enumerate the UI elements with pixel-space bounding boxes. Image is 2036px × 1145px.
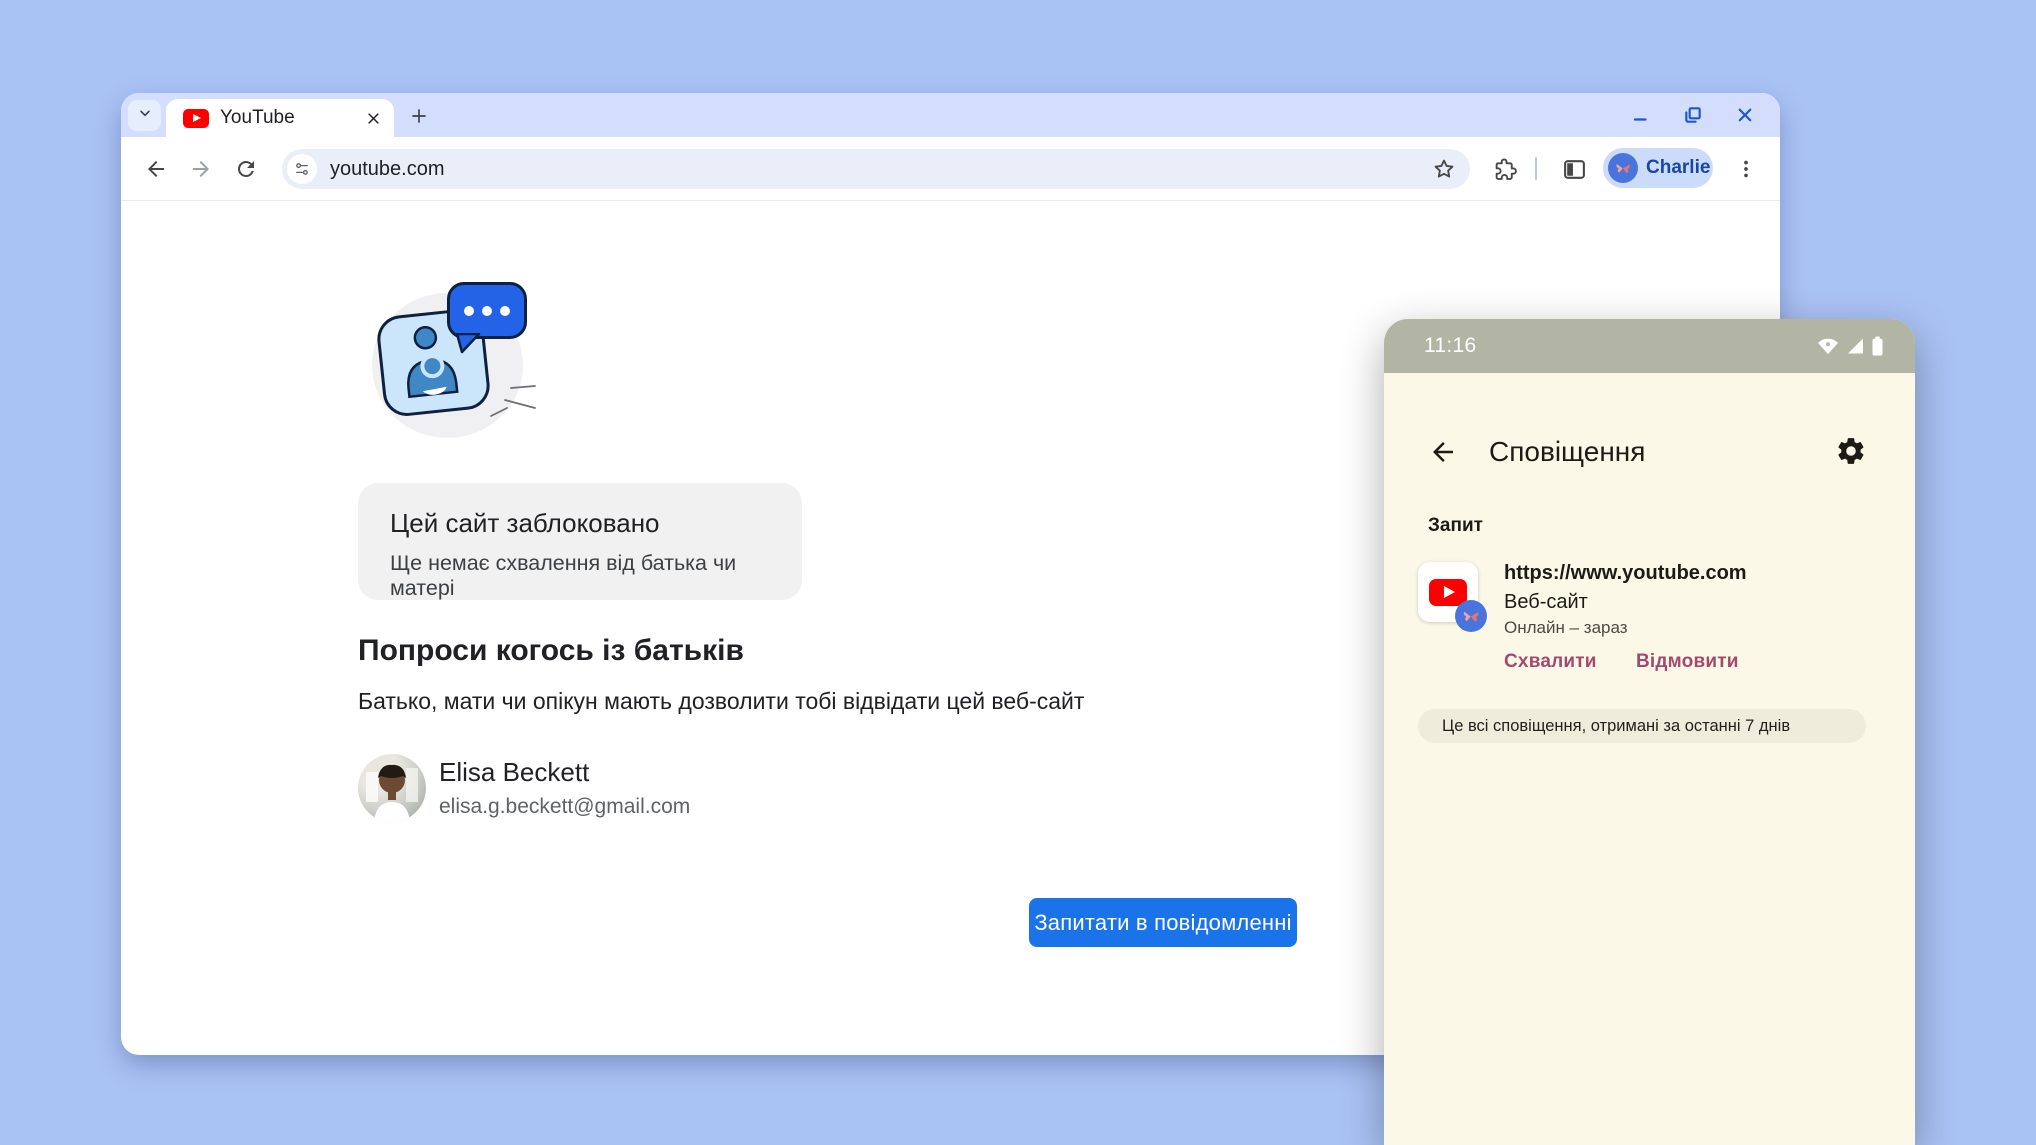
chat-bubble-illustration [447,282,527,339]
forward-button[interactable] [188,156,214,182]
bubble-dot [464,306,474,316]
request-url: https://www.youtube.com [1504,562,1747,585]
notification-settings-button[interactable] [1835,435,1867,467]
phone-notifications-panel: 11:16 Сповіщення [1384,319,1915,1145]
emphasis-lines [483,376,539,422]
window-restore-button[interactable] [1680,102,1706,128]
extensions-button[interactable] [1492,156,1518,182]
profile-avatar [1608,153,1638,183]
request-section-label: Запит [1428,515,1483,537]
url-text: youtube.com [330,158,445,181]
blocked-title: Цей сайт заблоковано [390,508,770,539]
back-button[interactable] [143,156,169,182]
butterfly-icon [1613,158,1633,178]
side-panel-button[interactable] [1561,156,1587,182]
browser-toolbar: youtube.com [121,137,1780,201]
tab-strip: YouTube [121,93,1780,137]
deny-button[interactable]: Відмовити [1636,651,1739,673]
cellular-signal-icon [1846,337,1865,355]
phone-back-button[interactable] [1428,437,1458,467]
status-time: 11:16 [1424,334,1477,358]
plus-icon [410,107,428,125]
page-title: Попроси когось із батьків [358,634,744,668]
new-tab-button[interactable] [405,102,433,130]
window-minimize-button[interactable] [1628,102,1654,128]
parent-meta: Elisa Beckett elisa.g.beckett@gmail.com [439,757,690,819]
toolbar-divider [1535,157,1537,180]
browser-menu-button[interactable] [1733,156,1759,182]
profile-chip[interactable]: Charlie [1603,148,1713,188]
profile-name: Charlie [1646,157,1710,179]
gear-icon [1835,435,1867,467]
tab-title: YouTube [220,107,362,129]
desktop-background: YouTube [0,0,2036,1145]
bookmark-star-button[interactable] [1431,156,1457,182]
close-icon [366,111,381,126]
window-close-button[interactable] [1732,102,1758,128]
butterfly-icon [1460,605,1482,627]
extensions-puzzle-icon [1493,157,1518,182]
approve-button[interactable]: Схвалити [1504,651,1597,673]
forward-arrow-icon [189,157,213,181]
phone-status-bar: 11:16 [1384,319,1915,373]
wifi-icon [1817,337,1839,355]
parent-photo-icon [358,754,426,822]
footer-text: Це всі сповіщення, отримані за останні 7… [1442,717,1790,736]
request-kind: Веб-сайт [1504,591,1588,614]
youtube-favicon-icon [183,109,209,128]
status-icons [1817,336,1883,356]
kebab-menu-icon [1735,158,1757,180]
page-description: Батько, мати чи опікун мають дозволити т… [358,688,1084,715]
side-panel-icon [1562,157,1587,182]
parent-name: Elisa Beckett [439,757,690,788]
bubble-dot [500,306,510,316]
close-icon [1736,106,1754,124]
blocked-message-box: Цей сайт заблоковано Ще немає схвалення … [358,483,802,600]
minimize-icon [1632,106,1650,124]
battery-icon [1872,336,1883,356]
bubble-dot [482,306,492,316]
star-icon [1431,156,1457,182]
notifications-title: Сповіщення [1489,436,1645,468]
site-controls-icon [293,160,311,178]
notifications-footer-pill: Це всі сповіщення, отримані за останні 7… [1418,709,1866,743]
back-arrow-icon [1428,437,1458,467]
address-bar[interactable]: youtube.com [282,149,1470,189]
youtube-logo-icon [1429,579,1467,606]
child-profile-badge [1455,600,1487,632]
ask-in-message-button[interactable]: Запитати в повідомленні [1029,898,1297,947]
tab-youtube[interactable]: YouTube [166,99,394,137]
parent-contact-row: Elisa Beckett elisa.g.beckett@gmail.com [358,753,690,823]
reload-button[interactable] [233,156,259,182]
blocked-subtitle: Ще немає схвалення від батька чи матері [390,551,770,601]
parent-avatar [358,754,426,822]
back-arrow-icon [144,157,168,181]
tab-close-button[interactable] [362,107,384,129]
reload-icon [234,157,258,181]
chevron-down-icon [137,105,153,126]
request-status: Онлайн – зараз [1504,618,1628,638]
site-settings-button[interactable] [287,154,317,184]
tab-search-button[interactable] [128,100,161,131]
bubble-tail [453,333,483,355]
restore-icon [1683,105,1703,125]
parent-email: elisa.g.beckett@gmail.com [439,795,690,819]
